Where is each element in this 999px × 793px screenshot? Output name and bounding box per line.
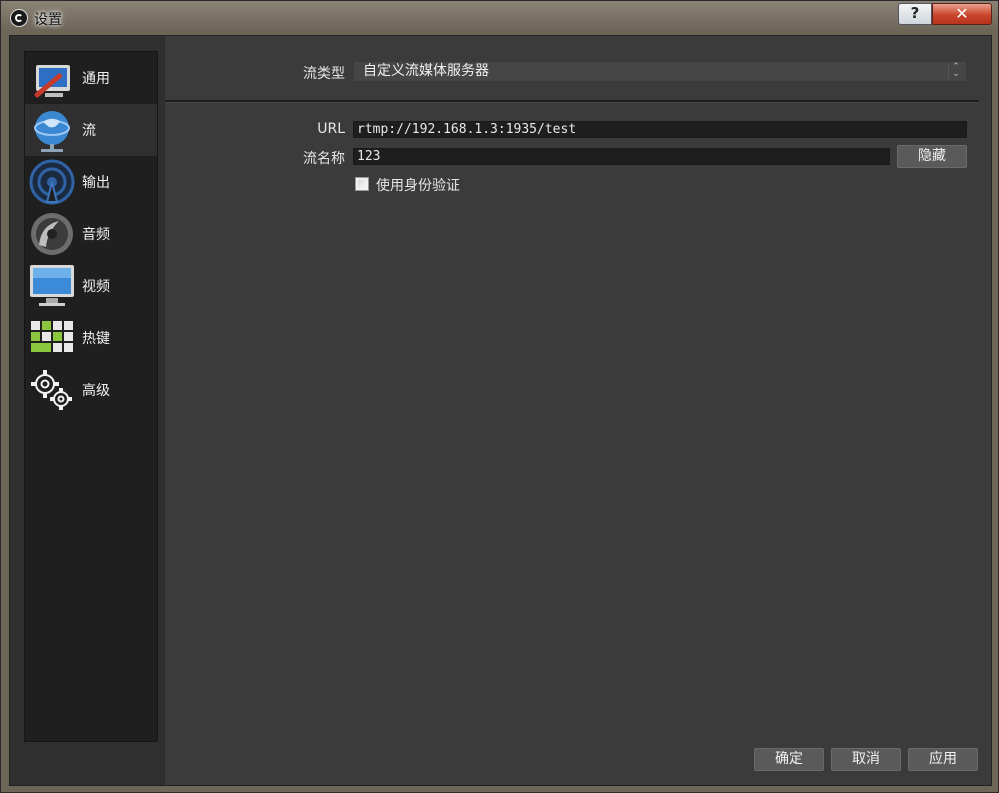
section-divider <box>165 100 979 103</box>
cancel-button[interactable]: 取消 <box>831 748 901 771</box>
hide-key-button[interactable]: 隐藏 <box>897 145 967 168</box>
sidebar-item-audio[interactable]: 音频 <box>25 208 157 260</box>
general-icon <box>34 65 70 98</box>
stream-type-label: 流类型 <box>303 66 345 82</box>
sidebar-item-label: 热键 <box>82 331 110 347</box>
use-auth-label: 使用身份验证 <box>376 178 460 194</box>
sidebar-item-video[interactable]: 视频 <box>25 260 157 312</box>
stream-globe-icon <box>34 111 70 152</box>
close-button[interactable]: ✕ <box>932 3 992 25</box>
output-antenna-icon <box>29 159 75 205</box>
sidebar-item-label: 通用 <box>82 71 110 87</box>
window-title: 设置 <box>34 12 62 28</box>
speaker-icon <box>31 213 73 255</box>
url-input[interactable]: rtmp://192.168.1.3:1935/test <box>353 121 967 138</box>
keyboard-icon <box>31 321 73 352</box>
sidebar-item-label: 高级 <box>82 383 110 399</box>
stream-key-input[interactable]: 123 <box>353 148 890 165</box>
stream-settings-panel: 流类型 自定义流媒体服务器 ⌃ ⌄ URL rtmp://192.168.1.3:… <box>165 36 991 785</box>
sidebar-item-label: 视频 <box>82 279 110 295</box>
settings-client-area: 通用 流 输出 音频 视频 热键 高级 流类型 自定义流媒体服务器 ⌃ ⌄ UR… <box>9 35 992 786</box>
sidebar-item-label: 流 <box>82 123 96 139</box>
ok-button[interactable]: 确定 <box>754 748 824 771</box>
title-bar[interactable]: 设置 ? ✕ <box>1 1 999 35</box>
help-button[interactable]: ? <box>898 3 932 25</box>
gears-icon <box>31 370 72 410</box>
sidebar-item-general[interactable]: 通用 <box>25 52 157 104</box>
spin-arrows-icon: ⌃ ⌄ <box>948 63 963 79</box>
stream-type-value: 自定义流媒体服务器 <box>363 63 489 79</box>
settings-window: 设置 ? ✕ 通用 流 输出 音频 视频 热键 高级 流类型 自定义流媒体服务器… <box>0 0 999 793</box>
sidebar-item-label: 输出 <box>82 175 110 191</box>
stream-type-select[interactable]: 自定义流媒体服务器 ⌃ ⌄ <box>353 61 967 82</box>
monitor-icon <box>30 265 74 306</box>
sidebar-item-stream[interactable]: 流 <box>25 104 157 156</box>
sidebar-item-label: 音频 <box>82 227 110 243</box>
sidebar-item-output[interactable]: 输出 <box>25 156 157 208</box>
settings-sidebar: 通用 流 输出 音频 视频 热键 高级 <box>24 51 158 742</box>
apply-button[interactable]: 应用 <box>908 748 978 771</box>
stream-key-label: 流名称 <box>303 151 345 167</box>
use-auth-checkbox[interactable] <box>355 177 369 191</box>
sidebar-item-hotkeys[interactable]: 热键 <box>25 312 157 364</box>
obs-logo-icon <box>10 9 28 27</box>
sidebar-item-advanced[interactable]: 高级 <box>25 364 157 416</box>
url-label: URL <box>317 121 345 137</box>
